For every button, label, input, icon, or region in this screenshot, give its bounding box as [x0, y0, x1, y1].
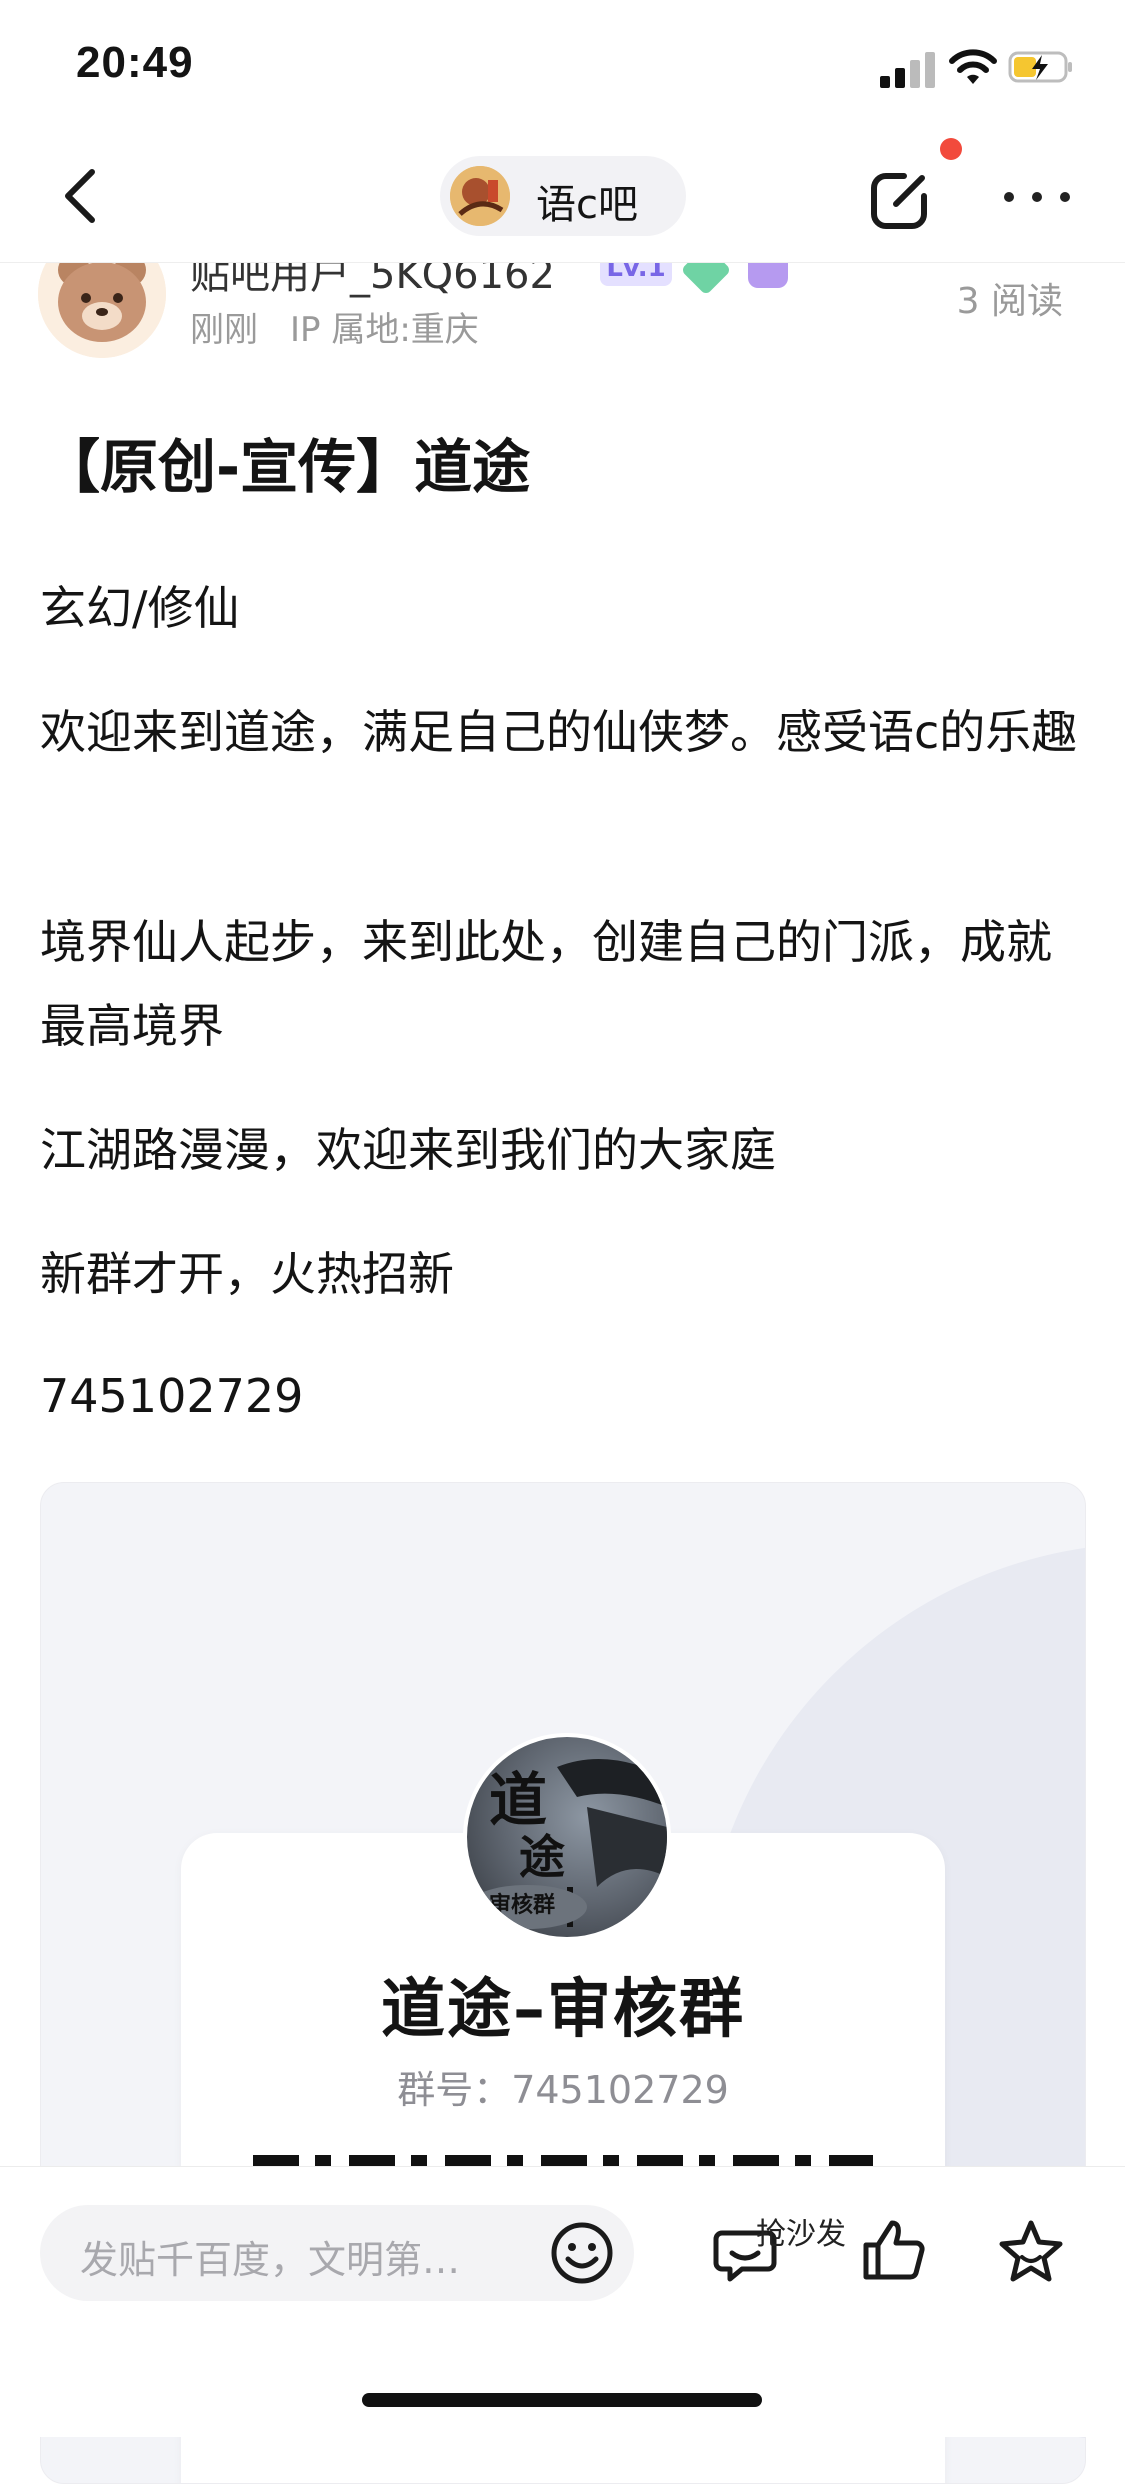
emoji-icon[interactable]: [548, 2219, 616, 2287]
group-id: 745102729: [511, 2068, 729, 2112]
post-paragraph: 欢迎来到道途，满足自己的仙侠梦。感受语c的乐趣: [40, 705, 1078, 759]
thumbs-up-icon[interactable]: [858, 2215, 928, 2285]
group-name: 道途–审核群: [381, 1973, 745, 2047]
post-paragraph: 新群才开，火热招新: [40, 1247, 454, 1301]
ip-location: IP 属地:重庆: [290, 310, 479, 350]
post-title: 【原创-宣传】道途: [42, 433, 531, 501]
post-time: 刚刚: [190, 310, 258, 350]
post-paragraph: 745102729: [40, 1369, 304, 1423]
group-id-label: 群号：: [397, 2068, 512, 2112]
back-arrow-icon[interactable]: [54, 164, 114, 228]
status-time: 20:49: [76, 38, 194, 87]
comment-input[interactable]: 发贴千百度，文明第…: [40, 2205, 634, 2301]
post-paragraph: 玄幻/修仙: [40, 581, 240, 635]
forum-avatar: [450, 166, 510, 226]
sofa-label: 抢沙发: [756, 2217, 846, 2252]
more-options-icon[interactable]: [1004, 192, 1074, 208]
comment-placeholder: 发贴千百度，文明第…: [80, 2238, 461, 2282]
post-paragraph: 境界仙人起步，来到此处，创建自己的门派，成就最高境界: [40, 915, 1052, 1053]
read-count: 3 阅读: [956, 281, 1063, 322]
forum-title-pill[interactable]: 语c吧: [440, 156, 686, 236]
post-paragraph: 江湖路漫漫，欢迎来到我们的大家庭: [40, 1123, 776, 1177]
group-avatar: 道 途 审核群: [463, 1733, 671, 1941]
avatar-calligraphy: 审核群: [489, 1892, 556, 1918]
notification-dot: [940, 138, 962, 160]
status-bar: 20:49: [0, 0, 1125, 130]
battery-charging-icon: [1008, 51, 1072, 83]
cellular-signal-icon: [880, 52, 936, 88]
home-indicator[interactable]: [362, 2393, 762, 2407]
bottom-action-bar: 发贴千百度，文明第… 抢沙发: [0, 2166, 1125, 2437]
compose-edit-icon[interactable]: [862, 158, 942, 238]
forum-name: 语c吧: [536, 182, 638, 228]
group-id-line: 群号：745102729: [41, 2059, 1085, 2114]
avatar-calligraphy: 途: [519, 1830, 565, 1884]
wifi-icon: [949, 49, 997, 84]
favorite-star-icon[interactable]: [996, 2217, 1066, 2287]
